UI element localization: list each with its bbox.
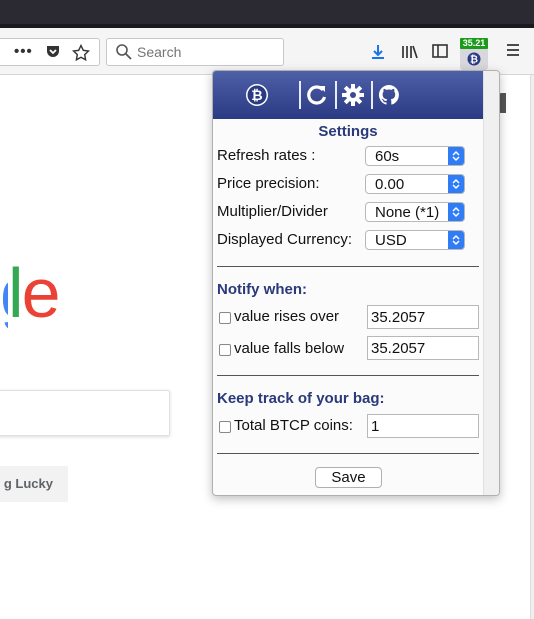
header-separator bbox=[299, 81, 301, 109]
refresh-rate-label: Refresh rates : bbox=[217, 147, 316, 164]
title-bar bbox=[0, 0, 534, 28]
divider bbox=[217, 266, 479, 267]
falls-checkbox[interactable] bbox=[219, 344, 231, 356]
chevron-updown-icon bbox=[448, 175, 464, 193]
gear-icon[interactable] bbox=[341, 83, 365, 107]
multiplier-label: Multiplier/Divider bbox=[217, 203, 328, 220]
chevron-updown-icon bbox=[448, 147, 464, 165]
header-separator bbox=[371, 81, 373, 109]
bookmark-star-icon[interactable] bbox=[71, 43, 91, 62]
svg-text:₿: ₿ bbox=[470, 54, 478, 66]
bitcoin-private-icon: ₿ bbox=[467, 52, 481, 66]
coins-label: Total BTCP coins: bbox=[234, 417, 353, 434]
search-box[interactable] bbox=[106, 38, 284, 66]
browser-toolbar: ••• bbox=[0, 28, 534, 75]
notify-heading: Notify when: bbox=[217, 281, 307, 298]
svg-text:₿: ₿ bbox=[251, 88, 262, 104]
price-precision-select[interactable]: 0.00 bbox=[365, 174, 465, 194]
library-icon[interactable] bbox=[401, 44, 419, 60]
more-icon[interactable]: ••• bbox=[14, 44, 32, 60]
coins-checkbox[interactable] bbox=[219, 421, 231, 433]
price-precision-label: Price precision: bbox=[217, 175, 320, 192]
google-search-field[interactable] bbox=[0, 390, 170, 436]
search-icon bbox=[116, 44, 132, 60]
feeling-lucky-button[interactable]: g Lucky bbox=[0, 466, 68, 502]
currency-select[interactable]: USD bbox=[365, 230, 465, 250]
falls-label: value falls below bbox=[234, 340, 345, 357]
save-button[interactable]: Save bbox=[315, 467, 382, 488]
chevron-updown-icon bbox=[448, 231, 464, 249]
bag-heading: Keep track of your bag: bbox=[217, 390, 385, 407]
search-input[interactable] bbox=[137, 42, 277, 62]
chevron-updown-icon bbox=[448, 203, 464, 221]
popup-header: ₿ bbox=[213, 71, 483, 119]
popup-scrollbar[interactable] bbox=[483, 71, 499, 495]
page-scrollbar[interactable] bbox=[530, 75, 534, 619]
sidebar-icon[interactable] bbox=[431, 44, 449, 60]
coins-input[interactable] bbox=[367, 414, 479, 438]
divider bbox=[217, 375, 479, 376]
github-icon[interactable] bbox=[377, 83, 401, 107]
refresh-icon[interactable] bbox=[305, 83, 329, 107]
rises-input[interactable] bbox=[367, 305, 479, 329]
download-icon[interactable] bbox=[369, 44, 387, 60]
pocket-icon[interactable] bbox=[44, 44, 62, 60]
bitcoin-private-icon[interactable]: ₿ bbox=[245, 83, 269, 107]
multiplier-select[interactable]: None (*1) bbox=[365, 202, 465, 222]
falls-input[interactable] bbox=[367, 336, 479, 360]
btcp-popup: ₿ Settings Refresh rates : 60s Price pre… bbox=[212, 70, 500, 496]
menu-icon[interactable] bbox=[504, 44, 522, 60]
divider bbox=[217, 453, 479, 454]
rises-label: value rises over bbox=[234, 308, 340, 325]
google-logo: gle bbox=[0, 254, 60, 332]
settings-title: Settings bbox=[318, 123, 378, 140]
price-badge: 35.21 bbox=[460, 38, 488, 49]
refresh-rate-select[interactable]: 60s bbox=[365, 146, 465, 166]
header-separator bbox=[335, 81, 337, 109]
rises-checkbox[interactable] bbox=[219, 312, 231, 324]
currency-label: Displayed Currency: bbox=[217, 231, 353, 248]
btcp-extension-button[interactable]: ₿ bbox=[460, 46, 488, 70]
